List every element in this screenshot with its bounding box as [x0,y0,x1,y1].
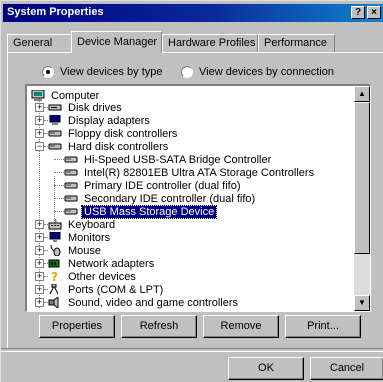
tree-connector [54,185,64,186]
tab-device-manager[interactable]: Device Manager [71,31,162,53]
cancel-button[interactable]: Cancel [310,357,383,380]
tree-item-display-adapters[interactable]: Display adapters [48,114,152,127]
tree-item-usb-mass-storage[interactable]: USB Mass Storage Device [64,204,218,219]
window-title: System Properties [7,6,104,18]
controller-icon [64,195,78,202]
network-adapter-icon [48,259,60,268]
tree-connector [54,172,64,173]
scroll-up-button[interactable]: ▲ [354,86,370,102]
tree-item-hard-disk-controllers[interactable]: Hard disk controllers [48,140,170,153]
controller-icon [64,208,78,215]
tree-item-monitors[interactable]: Monitors [48,231,112,244]
controller-icon [48,143,62,150]
properties-button[interactable]: Properties [39,315,115,338]
tree-item-label: Monitors [68,231,111,244]
expand-toggle[interactable]: + [35,272,44,281]
expand-toggle[interactable]: + [35,129,44,138]
expand-toggle[interactable]: + [35,103,44,112]
help-button[interactable]: ? [351,6,365,19]
monitor-icon [49,232,61,242]
tree-item-keyboard[interactable]: Keyboard [48,218,117,231]
computer-icon [31,90,45,101]
tree-item-sound-video[interactable]: Sound, video and game controllers [48,296,240,309]
display-adapter-icon [49,115,61,125]
tree-item-label: Secondary IDE controller (dual fifo) [84,192,256,205]
print-button[interactable]: Print... [285,315,361,338]
collapse-toggle[interactable]: − [35,142,44,151]
radio-view-by-connection[interactable]: View devices by connection [181,66,334,78]
expand-toggle[interactable]: + [35,233,44,242]
arrow-up-icon: ▲ [358,89,366,98]
controller-icon [64,156,78,163]
tab-general[interactable]: General [7,34,73,52]
expand-toggle[interactable]: + [35,116,44,125]
tree-item-label-selected: USB Mass Storage Device [80,204,218,219]
tree-item-label: Hi-Speed USB-SATA Bridge Controller [84,153,272,166]
tab-performance[interactable]: Performance [258,34,335,52]
tree-item-label: Primary IDE controller (dual fifo) [84,179,241,192]
scroll-thumb[interactable] [354,102,370,254]
tree-item-usb-sata-bridge[interactable]: Hi-Speed USB-SATA Bridge Controller [64,153,273,166]
tree-connector [54,211,64,212]
tree-item-label: Other devices [68,270,136,283]
tree-item-label: Display adapters [68,114,150,127]
tree-item-label: Computer [51,89,100,102]
radio-button-selected[interactable] [42,66,54,78]
tree-item-label: Sound, video and game controllers [68,296,238,309]
tree-item-label: Hard disk controllers [68,140,169,153]
scroll-down-button[interactable]: ▼ [354,295,370,311]
question-icon: ? [51,271,58,282]
tree-item-mouse[interactable]: Mouse [48,244,103,257]
tree-item-network-adapters[interactable]: Network adapters [48,257,156,270]
controller-icon [64,182,78,189]
expand-toggle[interactable]: + [35,246,44,255]
footer-divider [1,348,383,352]
expand-toggle[interactable]: + [35,259,44,268]
expand-toggle[interactable]: + [35,285,44,294]
disk-drive-icon [48,104,62,111]
ok-button[interactable]: OK [228,357,304,380]
tree-connector [54,159,64,160]
tree-connector [54,198,64,199]
radio-button[interactable] [181,66,193,78]
tree-item-primary-ide[interactable]: Primary IDE controller (dual fifo) [64,179,243,192]
port-icon [49,284,59,295]
remove-button[interactable]: Remove [203,315,279,338]
svg-text:?: ? [51,271,58,282]
controller-icon [64,169,78,176]
close-button[interactable]: × [367,6,381,19]
radio-label-by-type: View devices by type [60,66,163,78]
tree-item-label: Intel(R) 82801EB Ultra ATA Storage Contr… [84,166,315,179]
radio-view-by-type[interactable]: View devices by type [42,66,163,78]
refresh-button[interactable]: Refresh [121,315,197,338]
expand-toggle[interactable]: + [35,298,44,307]
tree-item-secondary-ide[interactable]: Secondary IDE controller (dual fifo) [64,192,257,205]
vertical-scrollbar[interactable]: ▲ ▼ [354,86,370,311]
tree-item-label: Floppy disk controllers [68,127,178,140]
tab-strip: General Device Manager Hardware Profiles… [7,31,383,53]
tree-item-disk-drives[interactable]: Disk drives [48,101,124,114]
tree-item-ports[interactable]: Ports (COM & LPT) [48,283,165,296]
radio-label-by-connection: View devices by connection [199,66,334,78]
tree-item-other-devices[interactable]: ? Other devices [48,270,138,283]
tree-item-intel-ata-controllers[interactable]: Intel(R) 82801EB Ultra ATA Storage Contr… [64,166,316,179]
expand-toggle[interactable]: + [35,220,44,229]
controller-icon [48,130,62,137]
tree-item-floppy-controllers[interactable]: Floppy disk controllers [48,127,179,140]
arrow-down-icon: ▼ [358,298,366,307]
sound-icon [48,297,59,308]
device-tree[interactable]: Computer + Disk drives + Display adapter… [25,84,371,312]
tree-item-label: Ports (COM & LPT) [68,283,164,296]
system-properties-window: System Properties ? × General Device Man… [0,0,383,382]
tab-hardware-profiles[interactable]: Hardware Profiles [162,34,258,52]
mouse-icon [50,245,61,256]
title-bar[interactable]: System Properties ? × [3,4,383,22]
tree-item-label: Mouse [68,244,102,257]
keyboard-icon [48,219,62,230]
tree-item-label: Keyboard [68,218,116,231]
tree-item-label: Disk drives [68,101,122,114]
tree-item-label: Network adapters [68,257,155,270]
